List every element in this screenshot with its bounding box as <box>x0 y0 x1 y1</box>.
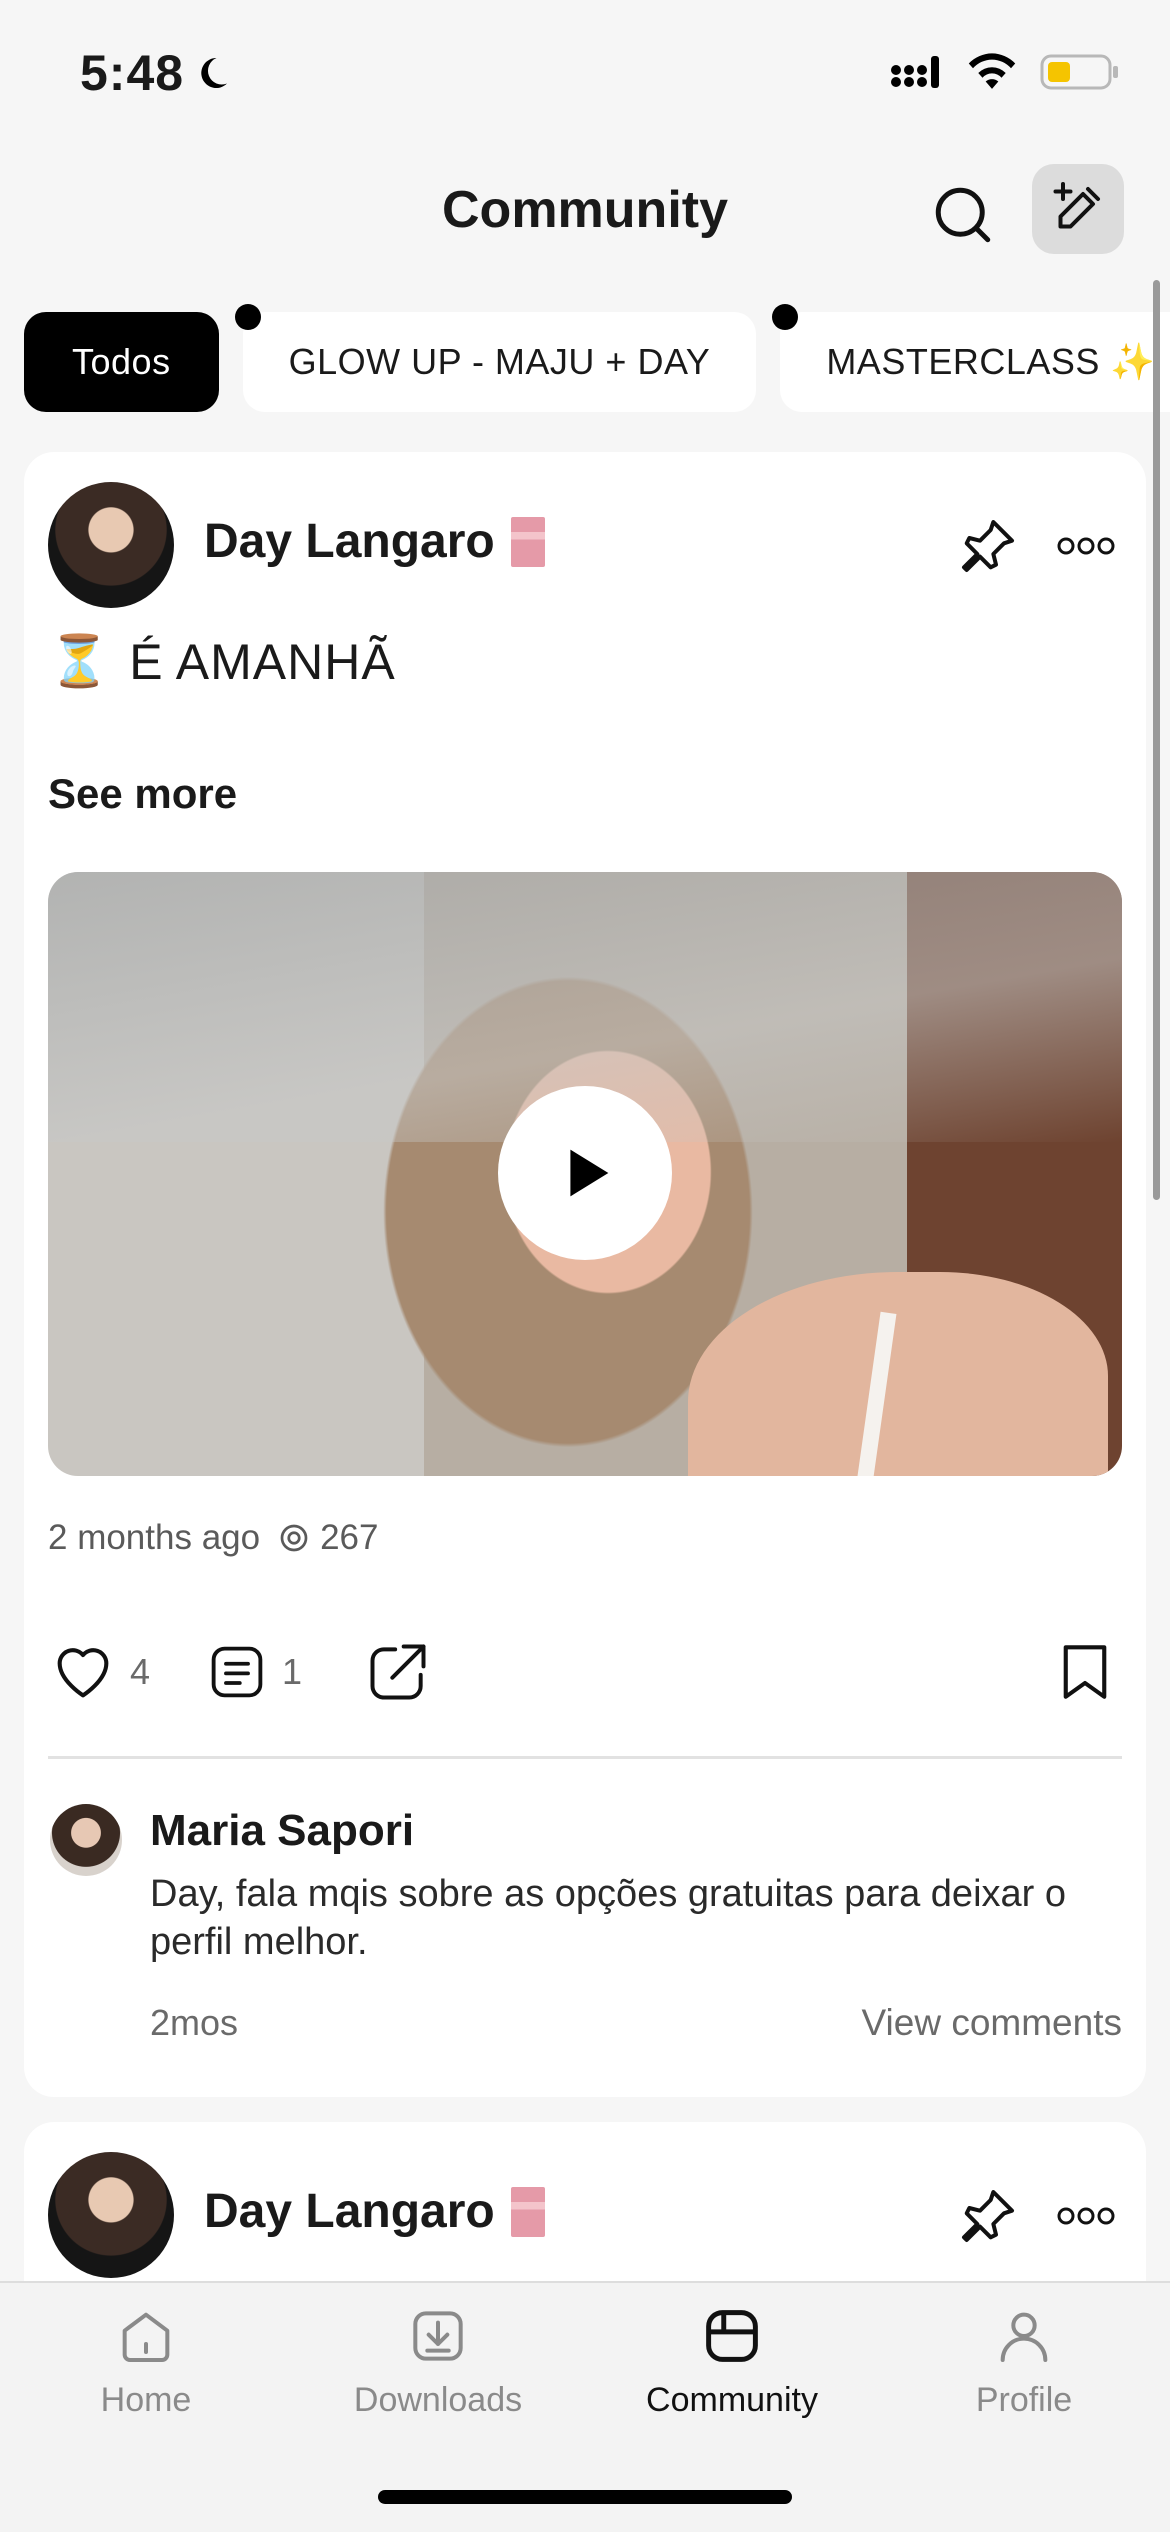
status-bar: 5:48 <box>0 0 1170 140</box>
post-time: 2 months ago <box>48 1518 261 1557</box>
tab-community[interactable]: Community <box>602 2301 862 2461</box>
chip-label: GLOW UP - MAJU + DAY <box>288 341 711 382</box>
comment-count: 1 <box>282 1651 303 1692</box>
author-name[interactable]: Day Langaro <box>204 2184 545 2239</box>
community-icon <box>697 2301 767 2371</box>
tab-home[interactable]: Home <box>16 2301 276 2461</box>
search-button[interactable] <box>928 180 998 250</box>
new-post-button[interactable] <box>1032 164 1124 254</box>
author-avatar[interactable] <box>48 482 174 608</box>
flag-icon <box>510 2186 545 2237</box>
tab-label: Downloads <box>353 2381 523 2419</box>
status-icons <box>890 52 1120 92</box>
unread-dot <box>234 304 261 330</box>
moon-icon <box>201 57 228 88</box>
more-icon <box>1057 537 1115 555</box>
tab-label: Community <box>646 2381 818 2419</box>
category-chips: Todos GLOW UP - MAJU + DAY MASTERCLASS ✨ <box>24 304 1170 414</box>
chip-masterclass[interactable]: MASTERCLASS ✨ <box>772 304 1170 412</box>
hourglass-icon: ⏳ <box>48 633 112 689</box>
share-icon <box>370 1644 426 1700</box>
home-icon <box>111 2301 181 2371</box>
download-icon <box>403 2301 473 2371</box>
chip-label: Todos <box>72 341 171 382</box>
view-comments-link[interactable]: View comments <box>862 2002 1122 2044</box>
play-button[interactable] <box>498 1086 672 1260</box>
commenter-avatar[interactable] <box>50 1804 122 1876</box>
tab-profile[interactable]: Profile <box>894 2301 1154 2461</box>
post-card: Day Langaro ⏳ É AMANHÃ See more 2 months… <box>24 452 1146 2097</box>
profile-icon <box>989 2301 1059 2371</box>
bookmark-icon <box>1063 1645 1107 1699</box>
post-text: ⏳ É AMANHÃ <box>48 632 396 691</box>
chip-glow-up[interactable]: GLOW UP - MAJU + DAY <box>234 304 757 412</box>
status-time: 5:48 <box>80 44 230 102</box>
author-name[interactable]: Day Langaro <box>204 514 545 569</box>
post-text-content: É AMANHÃ <box>129 633 396 690</box>
wifi-icon <box>968 53 1016 89</box>
share-button[interactable] <box>364 1632 432 1712</box>
comment-text: Day, fala mqis sobre as opções gratuitas… <box>150 1873 1066 1963</box>
tab-label: Home <box>100 2381 192 2419</box>
bookmark-button[interactable] <box>1052 1632 1118 1712</box>
view-count-text: 267 <box>320 1518 379 1557</box>
commenter-name[interactable]: Maria Sapori <box>150 1806 414 1856</box>
flag-icon <box>510 516 545 567</box>
view-count: 267 <box>276 1518 379 1558</box>
battery-icon <box>1040 54 1118 90</box>
author-name-text: Day Langaro <box>204 515 495 568</box>
tab-downloads[interactable]: Downloads <box>308 2301 568 2461</box>
pin-button[interactable] <box>950 2178 1026 2254</box>
like-count: 4 <box>130 1651 151 1692</box>
post-video[interactable] <box>48 872 1122 1476</box>
search-icon <box>935 187 991 243</box>
community-screen: 5:48 Community Todos GLOW UP - MAJU + DA… <box>0 0 1170 2532</box>
video-figure <box>688 1272 1108 1476</box>
views-icon <box>280 1524 308 1552</box>
scrollbar[interactable] <box>1153 280 1160 1200</box>
chip-label: MASTERCLASS ✨ <box>826 341 1156 382</box>
comment-time: 2mos <box>150 2002 239 2043</box>
comment-icon <box>211 1646 263 1698</box>
more-icon <box>1057 2207 1115 2225</box>
cellular-signal-icon <box>891 56 939 88</box>
chip-todos[interactable]: Todos <box>24 312 219 412</box>
unread-dot <box>772 304 799 330</box>
comment-button[interactable]: 1 <box>204 1632 302 1712</box>
author-name-text: Day Langaro <box>204 2185 495 2238</box>
more-options-button[interactable] <box>1048 516 1124 576</box>
home-indicator <box>378 2490 792 2504</box>
more-options-button[interactable] <box>1048 2186 1124 2246</box>
like-button[interactable]: 4 <box>48 1632 150 1712</box>
post-meta: 2 months ago 267 <box>48 1518 379 1558</box>
tab-label: Profile <box>975 2381 1073 2419</box>
pin-icon <box>962 2190 1014 2242</box>
see-more-link[interactable]: See more <box>48 770 237 818</box>
pin-button[interactable] <box>950 508 1026 584</box>
author-avatar[interactable] <box>48 2152 174 2278</box>
app-header: Community <box>0 150 1170 270</box>
pin-icon <box>962 520 1014 572</box>
compose-icon <box>1053 182 1100 229</box>
divider <box>48 1756 1122 1759</box>
play-icon <box>570 1149 609 1197</box>
heart-icon <box>57 1648 109 1698</box>
post-actions: 4 1 <box>48 1632 1122 1712</box>
status-time-text: 5:48 <box>80 45 185 101</box>
